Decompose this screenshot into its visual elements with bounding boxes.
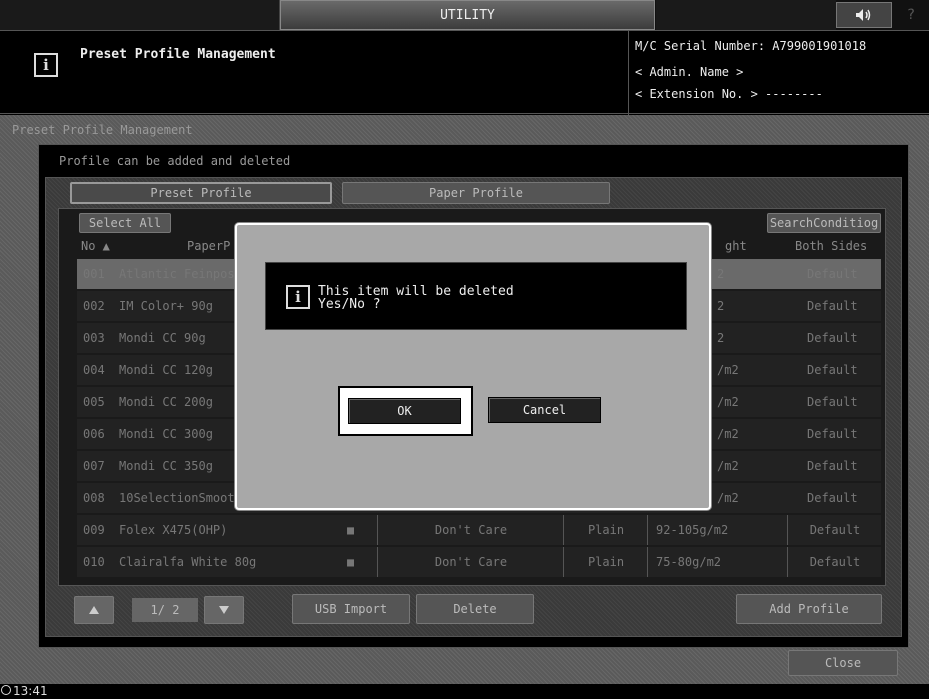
cancel-button[interactable]: Cancel bbox=[488, 397, 601, 423]
search-condition-button[interactable]: SearchConditiog bbox=[767, 213, 881, 233]
row-no: 007 bbox=[83, 459, 105, 473]
table-row[interactable]: 010 Clairalfa White 80g ■ Don't Care Pla… bbox=[77, 547, 881, 577]
serial-number: M/C Serial Number: A799001901018 bbox=[635, 39, 867, 53]
row-no: 002 bbox=[83, 299, 105, 313]
row-mark: ■ bbox=[347, 555, 355, 569]
row-weight: 2 bbox=[717, 267, 725, 281]
row-no: 004 bbox=[83, 363, 105, 377]
row-no: 001 bbox=[83, 267, 105, 281]
utility-tab: UTILITY bbox=[280, 0, 655, 30]
top-bar: UTILITY ? bbox=[0, 0, 929, 30]
page-title: Preset Profile Management bbox=[80, 47, 276, 62]
ok-button[interactable]: OK bbox=[348, 398, 461, 424]
page-down-button[interactable] bbox=[204, 596, 244, 624]
top-bar-right bbox=[656, 0, 836, 30]
row-both-sides: Default bbox=[807, 363, 858, 377]
row-both-sides: Default bbox=[807, 395, 858, 409]
speaker-icon[interactable] bbox=[836, 2, 892, 28]
tab-paper-profile[interactable]: Paper Profile bbox=[342, 182, 610, 204]
row-weight: 2 bbox=[717, 331, 725, 345]
page-up-button[interactable] bbox=[74, 596, 114, 624]
row-both-sides: Default bbox=[807, 491, 858, 505]
info-icon: i bbox=[34, 53, 58, 77]
row-weight: /m2 bbox=[717, 427, 739, 441]
row-both-sides: Default bbox=[807, 267, 858, 281]
row-weight: /m2 bbox=[717, 363, 739, 377]
ok-focus-frame: OK bbox=[338, 386, 473, 436]
row-no: 006 bbox=[83, 427, 105, 441]
confirm-dialog: i This item will be deleted Yes/No ? OK … bbox=[235, 223, 711, 510]
extension-number: < Extension No. > -------- bbox=[635, 87, 823, 101]
delete-button[interactable]: Delete bbox=[416, 594, 534, 624]
row-no: 005 bbox=[83, 395, 105, 409]
breadcrumb: Preset Profile Management bbox=[12, 123, 193, 137]
usb-import-button[interactable]: USB Import bbox=[292, 594, 410, 624]
col-no[interactable]: No ▲ bbox=[81, 239, 110, 253]
clock-time: 13:41 bbox=[13, 684, 48, 698]
row-type: Plain bbox=[563, 515, 648, 545]
row-weight: /m2 bbox=[717, 459, 739, 473]
row-no: 008 bbox=[83, 491, 105, 505]
status-bar: 13:41 bbox=[0, 684, 929, 699]
table-row[interactable]: 009 Folex X475(OHP) ■ Don't Care Plain 9… bbox=[77, 515, 881, 545]
row-weight: 2 bbox=[717, 299, 725, 313]
tab-preset-profile[interactable]: Preset Profile bbox=[70, 182, 332, 204]
row-both-sides: Default bbox=[807, 427, 858, 441]
row-both-sides: Default bbox=[807, 299, 858, 313]
row-both-sides: Default bbox=[807, 459, 858, 473]
row-name: Folex X475(OHP) bbox=[119, 523, 228, 537]
select-all-button[interactable]: Select All bbox=[79, 213, 171, 233]
row-no: 003 bbox=[83, 331, 105, 345]
col-paper[interactable]: PaperP bbox=[187, 239, 230, 253]
page-indicator: 1/ 2 bbox=[132, 598, 198, 622]
clock-icon bbox=[1, 685, 11, 695]
header: i Preset Profile Management M/C Serial N… bbox=[0, 30, 929, 115]
row-weight: /m2 bbox=[717, 491, 739, 505]
row-both-sides: Default bbox=[787, 515, 882, 545]
row-care: Don't Care bbox=[377, 547, 564, 577]
row-both-sides: Default bbox=[807, 331, 858, 345]
row-care: Don't Care bbox=[377, 515, 564, 545]
row-mark: ■ bbox=[347, 523, 355, 537]
dialog-message-line2: Yes/No ? bbox=[318, 297, 381, 312]
col-weight[interactable]: ght bbox=[725, 239, 747, 253]
row-weight: /m2 bbox=[717, 395, 739, 409]
header-info-panel: M/C Serial Number: A799001901018 < Admin… bbox=[628, 31, 929, 115]
panel-subtitle: Profile can be added and deleted bbox=[59, 154, 291, 168]
row-type: Plain bbox=[563, 547, 648, 577]
top-bar-left bbox=[0, 0, 280, 30]
help-icon[interactable]: ? bbox=[895, 2, 927, 28]
row-both-sides: Default bbox=[787, 547, 882, 577]
dialog-message-box: i This item will be deleted Yes/No ? bbox=[265, 262, 687, 330]
row-weight: 92-105g/m2 bbox=[647, 515, 796, 545]
close-button[interactable]: Close bbox=[788, 650, 898, 676]
add-profile-button[interactable]: Add Profile bbox=[736, 594, 882, 624]
admin-name: < Admin. Name > bbox=[635, 65, 744, 79]
row-name: Clairalfa White 80g bbox=[119, 555, 257, 569]
arrow-up-icon bbox=[89, 606, 99, 614]
row-no: 009 bbox=[83, 523, 105, 537]
dialog-info-icon: i bbox=[286, 285, 310, 309]
col-both-sides[interactable]: Both Sides bbox=[795, 239, 867, 253]
row-weight: 75-80g/m2 bbox=[647, 547, 796, 577]
row-no: 010 bbox=[83, 555, 105, 569]
arrow-down-icon bbox=[219, 606, 229, 614]
